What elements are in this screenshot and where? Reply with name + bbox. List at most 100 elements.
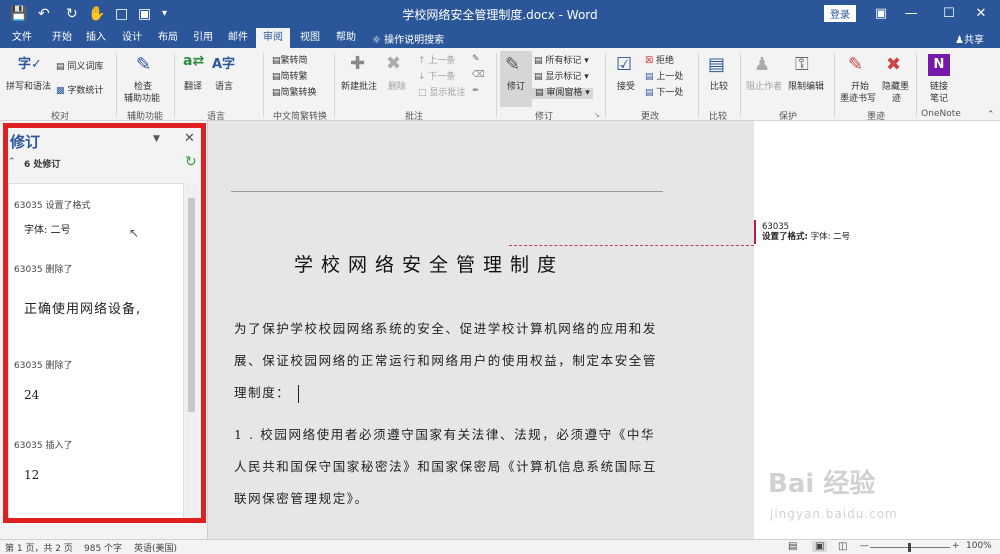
word-count[interactable]: 985 个字 [84,541,122,554]
page-indicator[interactable]: 第 1 页，共 2 页 [5,541,73,554]
revision-body: 12 [24,468,40,482]
revisions-list[interactable]: 63035 设置了格式 字体: 二号 ↖ 63035 删除了 正确使用网络设备,… [8,183,184,519]
chevron-down-icon: ▾ [584,72,589,82]
next-comment-button[interactable]: ↓ 下一条 [418,72,455,83]
chevron-down-icon: ▾ [584,56,589,66]
minimize-icon[interactable]: — [896,3,926,25]
tell-me-search[interactable]: ☼ 操作说明搜索 [372,31,444,46]
pane-options-icon[interactable]: ▼ [153,134,160,144]
tab-design[interactable]: 设计 [116,28,148,48]
collapse-chevron-icon[interactable]: ⌃ [8,157,16,167]
separator [834,53,835,117]
tab-help[interactable]: 帮助 [330,28,362,48]
word-count-button[interactable]: ▩ 字数统计 [56,86,103,97]
close-icon[interactable]: ✕ [966,3,996,25]
revision-header: 63035 插入了 [14,441,73,451]
next-change-button[interactable]: ▤ 下一处 [645,88,683,99]
read-mode-icon[interactable]: ▤ [788,541,797,552]
pane-close-icon[interactable]: ✕ [184,131,195,146]
separator [605,53,606,117]
start-inking-button[interactable]: 开始 [851,82,869,93]
print-layout-icon[interactable]: ▣ [812,541,828,552]
restore-icon[interactable]: ☐ [934,3,964,25]
reject-button[interactable]: ☒ 拒绝 [645,56,674,67]
group-onenote-label: OneNote [921,109,961,119]
tracking-options-launcher-icon[interactable]: ↘ [594,110,600,121]
redo-icon[interactable]: ↻ [66,5,78,23]
ink-comment-icon[interactable]: ✎ [472,54,480,65]
ribbon-tabs: 文件 开始 插入 设计 布局 引用 邮件 审阅 视图 帮助 ☼ 操作说明搜索 ♟… [0,28,1000,48]
touch-mode-icon[interactable]: ✋ [88,5,105,23]
separator [174,53,175,117]
restrict-editing-button[interactable]: 限制编辑 [788,82,824,93]
eraser-icon[interactable]: ⌫ [472,70,485,81]
arrow-up-icon: ↑ [418,56,426,66]
new-comment-button[interactable]: 新建批注 [341,82,377,93]
undo-icon[interactable]: ↶ [38,5,50,23]
language-indicator[interactable]: 英语(美国) [134,541,177,554]
delete-comment-button[interactable]: 删除 [388,82,406,93]
paragraph-line: 1 . 校园网络使用者必须遵守国家有关法律、法规，必须遵守《中华 [234,427,656,442]
block-authors-button[interactable]: 阻止作者 [746,82,782,93]
zoom-slider-thumb[interactable] [908,543,911,552]
restrict-editing-icon: ⚿ [795,54,809,75]
convert-icon: ▤ [272,56,281,66]
refresh-icon[interactable]: ↻ [185,154,197,170]
tab-file[interactable]: 文件 [6,28,38,48]
show-comments-button[interactable]: □ 显示批注 [418,88,465,99]
save-icon[interactable]: 💾 [10,5,27,23]
print-preview-icon[interactable]: ▣ [138,5,151,23]
balloon-value: 字体: 二号 [810,232,851,242]
check-accessibility-label2: 辅助功能 [124,94,161,104]
paragraph-line-text: 理制度： [234,385,291,400]
track-changes-button[interactable]: ✎ 修订 [500,51,532,107]
simp-to-trad-button[interactable]: ▤简转繁 [272,72,308,83]
document-area[interactable]: 学校网络安全管理制度 为了保护学校校园网络系统的安全、促进学校计算机网络的应用和… [209,121,754,539]
collapse-ribbon-icon[interactable]: ⌃ [987,110,995,121]
ribbon-display-options-icon[interactable]: ▣ [866,3,896,25]
trad-to-simp-button[interactable]: ▤繁转简 [272,56,308,67]
pen-icon[interactable]: ✒ [472,86,480,97]
check-accessibility-button[interactable]: 检查 [134,82,152,93]
chinese-conversion-button[interactable]: ▤简繁转换 [272,88,317,99]
show-markup-button[interactable]: ▤ 显示标记 ▾ [534,72,589,83]
zoom-in-icon[interactable]: + [952,541,960,551]
customize-toolbar-icon[interactable]: ▾ [162,5,167,23]
tab-view[interactable]: 视图 [294,28,326,48]
tab-layout[interactable]: 布局 [152,28,184,48]
login-button[interactable]: 登录 [824,5,856,22]
tab-home[interactable]: 开始 [46,28,78,48]
previous-change-button[interactable]: ▤ 上一处 [645,72,683,83]
translate-icon: a⇄ [183,53,205,69]
hide-ink-button[interactable]: 隐藏墨 [882,82,909,93]
language-button[interactable]: 语言 [215,82,233,93]
web-layout-icon[interactable]: ◫ [838,541,847,552]
tab-review[interactable]: 审阅 [256,28,290,48]
paragraph-line: 展、保证校园网络的正常运行和网络用户的使用权益，制定本安全管 [234,353,658,368]
new-document-icon[interactable]: □ [115,5,128,23]
balloon-text: 设置了格式: 字体: 二号 [762,232,850,242]
separator [334,53,335,117]
share-button[interactable]: ♟共享 [955,31,984,46]
revision-balloon[interactable]: 63035 设置了格式: 字体: 二号 [762,222,850,242]
tab-insert[interactable]: 插入 [80,28,112,48]
thesaurus-button[interactable]: ▤ 同义词库 [56,62,103,73]
linked-notes-button[interactable]: 链接 [930,82,948,93]
tab-mailings[interactable]: 邮件 [222,28,254,48]
spelling-grammar-button[interactable]: 拼写和语法 [6,82,51,93]
pane-scroll-thumb[interactable] [188,198,195,412]
reviewing-pane-button[interactable]: ▤ 审阅窗格 ▾ [532,88,593,99]
tab-references[interactable]: 引用 [187,28,219,48]
separator [698,53,699,117]
new-comment-icon: ✚ [350,53,366,74]
zoom-level[interactable]: 100% [966,541,992,551]
document-page[interactable]: 学校网络安全管理制度 为了保护学校校园网络系统的安全、促进学校计算机网络的应用和… [209,135,754,539]
hide-ink-icon: ✖ [886,54,902,75]
separator [916,53,917,117]
accept-button[interactable]: 接受 [617,82,635,93]
translate-button[interactable]: 翻译 [184,82,202,93]
display-for-review-select[interactable]: ▤ 所有标记 ▾ [534,56,589,67]
previous-comment-button[interactable]: ↑ 上一条 [418,56,455,67]
compare-button[interactable]: 比较 [710,82,728,93]
zoom-out-icon[interactable]: — [860,541,869,551]
